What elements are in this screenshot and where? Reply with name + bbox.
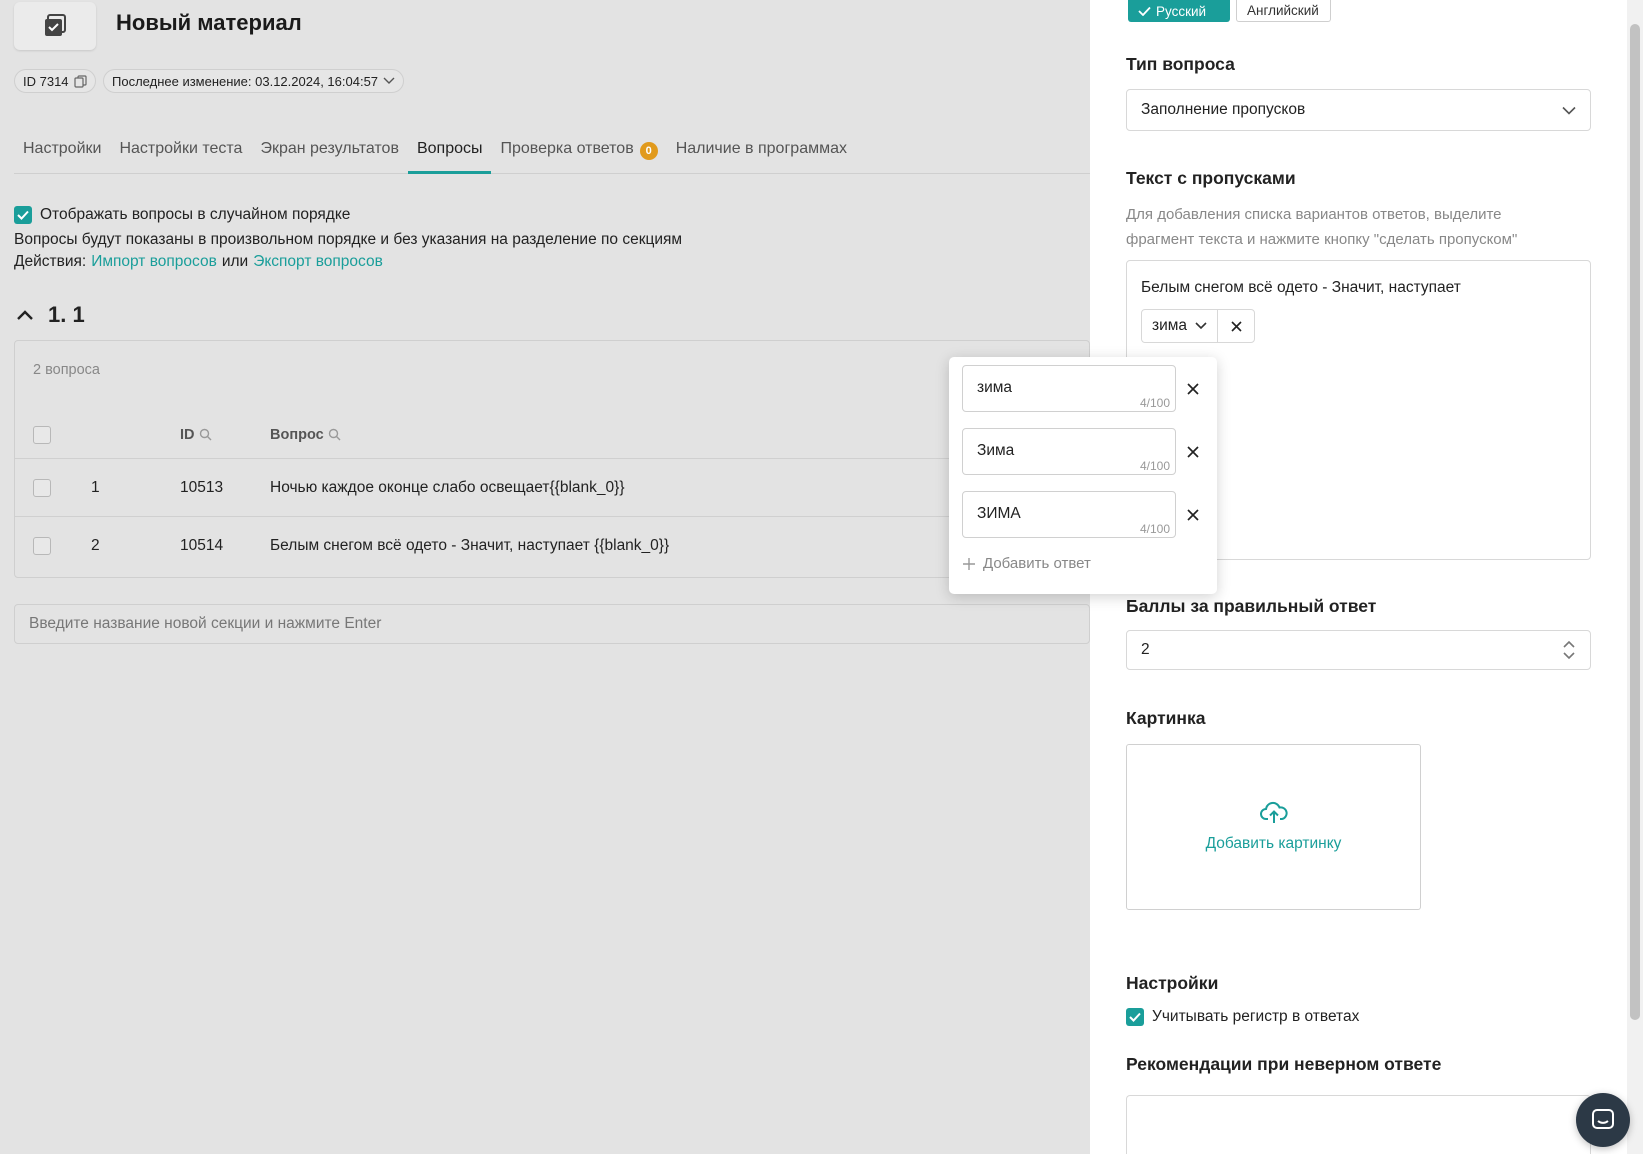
scrollbar[interactable] (1627, 0, 1643, 1154)
row-checkbox[interactable] (33, 537, 51, 555)
image-label: Картинка (1126, 708, 1206, 728)
answer-char-counter: 4/100 (1139, 396, 1170, 410)
add-answer-button[interactable]: Добавить ответ (963, 555, 1091, 572)
tab-test-settings[interactable]: Настройки теста (110, 134, 251, 174)
question-type-label: Тип вопроса (1126, 54, 1235, 74)
blank-answers-popup: зима 4/100 Зима 4/100 ЗИМА 4/100 Добавит… (949, 357, 1217, 594)
row-id: 10514 (180, 537, 224, 554)
import-questions-link[interactable]: Импорт вопросов (91, 253, 217, 271)
new-section-input[interactable]: Введите название новой секции и нажмите … (14, 604, 1090, 644)
blank-text-content: Белым снегом всё одето - Значит, наступа… (1141, 279, 1461, 296)
new-section-placeholder: Введите название новой секции и нажмите … (29, 615, 382, 632)
page-title: Новый материал (116, 10, 302, 35)
row-number: 2 (91, 537, 100, 554)
close-icon (1187, 509, 1199, 521)
row-id: 10513 (180, 478, 224, 496)
answer-char-counter: 4/100 (1139, 459, 1170, 473)
material-id: ID 7314 (23, 73, 69, 89)
search-icon[interactable] (199, 428, 212, 441)
case-sensitive-label: Учитывать регистр в ответах (1152, 1008, 1360, 1025)
select-all-checkbox[interactable] (33, 425, 51, 444)
blank-text-hint: Для добавления списка вариантов ответов,… (1126, 206, 1518, 248)
row-checkbox[interactable] (33, 478, 51, 497)
question-type-select[interactable]: Заполнение пропусков (1126, 89, 1591, 131)
column-question[interactable]: Вопрос (270, 427, 341, 443)
remove-blank-button[interactable] (1218, 310, 1254, 342)
answer-input[interactable]: ЗИМА 4/100 (962, 491, 1176, 538)
last-modified-dropdown[interactable]: Последнее изменение: 03.12.2024, 16:04:5… (103, 69, 405, 93)
tab-results-screen[interactable]: Экран результатов (251, 134, 408, 174)
chat-support-button[interactable] (1576, 1093, 1630, 1147)
chat-icon (1592, 1109, 1614, 1129)
close-icon (1187, 446, 1199, 458)
random-order-checkbox[interactable] (14, 206, 32, 224)
cloud-upload-icon (1259, 801, 1288, 823)
column-id[interactable]: ID (180, 427, 212, 443)
remove-answer-button[interactable] (1183, 505, 1203, 525)
blank-chip-label: зима (1152, 317, 1188, 334)
section-header: 1. 1 (16, 302, 85, 328)
answer-input[interactable]: Зима 4/100 (962, 428, 1176, 475)
points-label: Баллы за правильный ответ (1126, 596, 1377, 616)
close-icon (1230, 320, 1242, 332)
remove-answer-button[interactable] (1183, 442, 1203, 462)
tab-questions[interactable]: Вопросы (407, 134, 492, 174)
last-modified-text: Последнее изменение: 03.12.2024, 16:04:5… (112, 73, 379, 89)
random-order-label: Отображать вопросы в случайном порядке (40, 206, 351, 223)
chevron-down-icon (1195, 322, 1207, 330)
points-value: 2 (1141, 641, 1150, 658)
plus-icon (963, 557, 975, 570)
questions-table: 2 вопроса ID Вопрос 1 10513 Ночью каждое… (14, 340, 1090, 578)
recommendations-input[interactable] (1126, 1095, 1591, 1154)
material-type-icon (14, 2, 96, 50)
case-sensitive-checkbox[interactable] (1126, 1008, 1144, 1026)
answer-char-counter: 4/100 (1139, 522, 1170, 536)
points-input[interactable]: 2 (1126, 630, 1591, 670)
copy-icon[interactable] (73, 74, 87, 88)
blank-text-label: Текст с пропусками (1126, 168, 1296, 188)
add-image-label: Добавить картинку (1205, 835, 1342, 852)
blank-chip[interactable]: зима (1141, 309, 1256, 343)
recommendations-label: Рекомендации при неверном ответе (1126, 1054, 1442, 1074)
answer-check-count-badge: 0 (639, 142, 658, 160)
search-icon[interactable] (328, 428, 341, 441)
settings-label: Настройки (1126, 973, 1219, 993)
main-panel: Новый материал ID 7314 Последнее изменен… (0, 0, 1090, 1154)
table-row[interactable]: 2 10514 Белым снегом всё одето - Значит,… (15, 517, 1089, 575)
chevron-down-icon (383, 77, 395, 84)
random-order-note: Вопросы будут показаны в произвольном по… (14, 231, 683, 248)
tab-bar: Настройки Настройки теста Экран результа… (14, 134, 1090, 174)
chevron-up-icon[interactable] (16, 309, 34, 321)
add-image-dropzone[interactable]: Добавить картинку (1126, 744, 1421, 910)
blank-chip-toggle[interactable]: зима (1142, 310, 1219, 342)
scrollbar-thumb[interactable] (1630, 24, 1640, 1020)
answer-input[interactable]: зима 4/100 (962, 365, 1176, 412)
section-title: 1. 1 (48, 302, 85, 327)
material-id-badge[interactable]: ID 7314 (14, 69, 96, 93)
export-questions-link[interactable]: Экспорт вопросов (253, 253, 383, 271)
case-sensitive-option: Учитывать регистр в ответах (1126, 1008, 1359, 1026)
tab-answer-check[interactable]: Проверка ответов 0 (491, 134, 666, 174)
language-english[interactable]: Английский (1236, 0, 1331, 22)
random-order-option: Отображать вопросы в случайном порядке (14, 206, 350, 224)
row-question: Белым снегом всё одето - Значит, наступа… (270, 537, 670, 554)
tab-settings[interactable]: Настройки (14, 134, 110, 174)
actions-line: Действия: Импорт вопросов или Экспорт во… (14, 253, 383, 271)
language-russian[interactable]: Русский (1128, 0, 1230, 22)
check-icon (1138, 6, 1151, 16)
chevron-down-icon (1562, 106, 1576, 115)
close-icon (1187, 383, 1199, 395)
question-type-value: Заполнение пропусков (1141, 101, 1306, 118)
remove-answer-button[interactable] (1183, 379, 1203, 399)
table-row[interactable]: 1 10513 Ночью каждое оконце слабо освеща… (15, 459, 1089, 517)
table-header: ID Вопрос (15, 411, 1089, 459)
stepper-icon[interactable] (1562, 639, 1576, 661)
row-number: 1 (91, 478, 100, 496)
row-question: Ночью каждое оконце слабо освещает{{blan… (270, 478, 625, 496)
tab-program-presence[interactable]: Наличие в программах (667, 134, 856, 174)
question-count: 2 вопроса (33, 362, 100, 378)
